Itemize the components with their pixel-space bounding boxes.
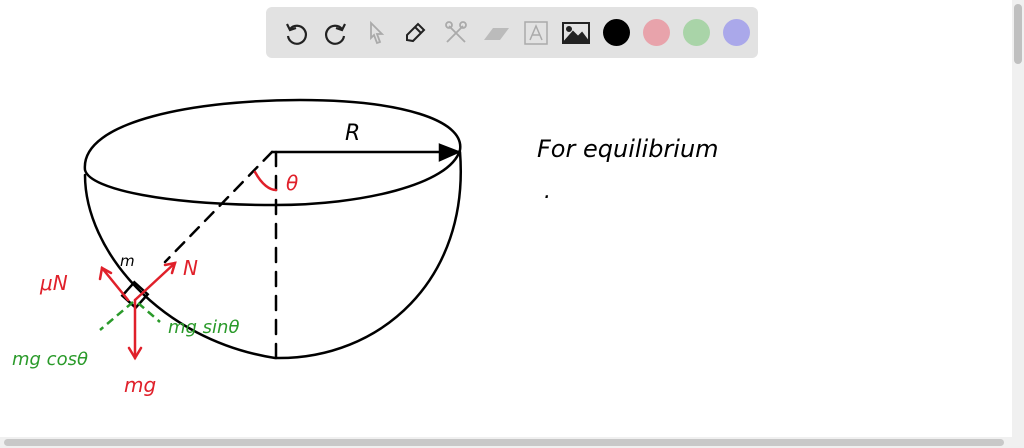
eraser-icon[interactable] bbox=[476, 13, 516, 53]
normal-arrow bbox=[133, 261, 177, 302]
normal-label: N bbox=[183, 256, 198, 280]
undo-icon[interactable] bbox=[276, 13, 316, 53]
note-dot: . bbox=[544, 179, 551, 204]
whiteboard-canvas[interactable]: R θ m N μN mg mg sinθ mg cosθ For equili… bbox=[0, 0, 1024, 448]
vertical-scroll-thumb[interactable] bbox=[1014, 4, 1022, 64]
sin-component-label: mg sinθ bbox=[168, 317, 239, 338]
bowl-body bbox=[83, 150, 463, 360]
vertical-scrollbar[interactable] bbox=[1012, 0, 1024, 437]
cos-component-label: mg cosθ bbox=[12, 349, 88, 370]
horizontal-scrollbar[interactable] bbox=[0, 437, 1024, 448]
radial-dashed bbox=[163, 150, 274, 264]
color-black[interactable] bbox=[596, 13, 636, 53]
angle-arc bbox=[253, 170, 278, 192]
equilibrium-note: For equilibrium bbox=[537, 135, 719, 163]
friction-label: μN bbox=[39, 271, 68, 295]
color-purple[interactable] bbox=[716, 13, 756, 53]
color-red[interactable] bbox=[636, 13, 676, 53]
weight-label: mg bbox=[124, 373, 156, 397]
angle-label: θ bbox=[286, 171, 298, 195]
horizontal-scroll-thumb[interactable] bbox=[4, 439, 1004, 446]
pen-icon[interactable] bbox=[396, 13, 436, 53]
text-icon[interactable] bbox=[516, 13, 556, 53]
mass-label: m bbox=[120, 252, 135, 270]
color-green[interactable] bbox=[676, 13, 716, 53]
radius-label: R bbox=[345, 121, 360, 146]
tools-icon[interactable] bbox=[436, 13, 476, 53]
select-icon[interactable] bbox=[356, 13, 396, 53]
redo-icon[interactable] bbox=[316, 13, 356, 53]
cos-component-arrow bbox=[99, 301, 134, 331]
image-icon[interactable] bbox=[556, 13, 596, 53]
toolbar bbox=[266, 7, 758, 58]
